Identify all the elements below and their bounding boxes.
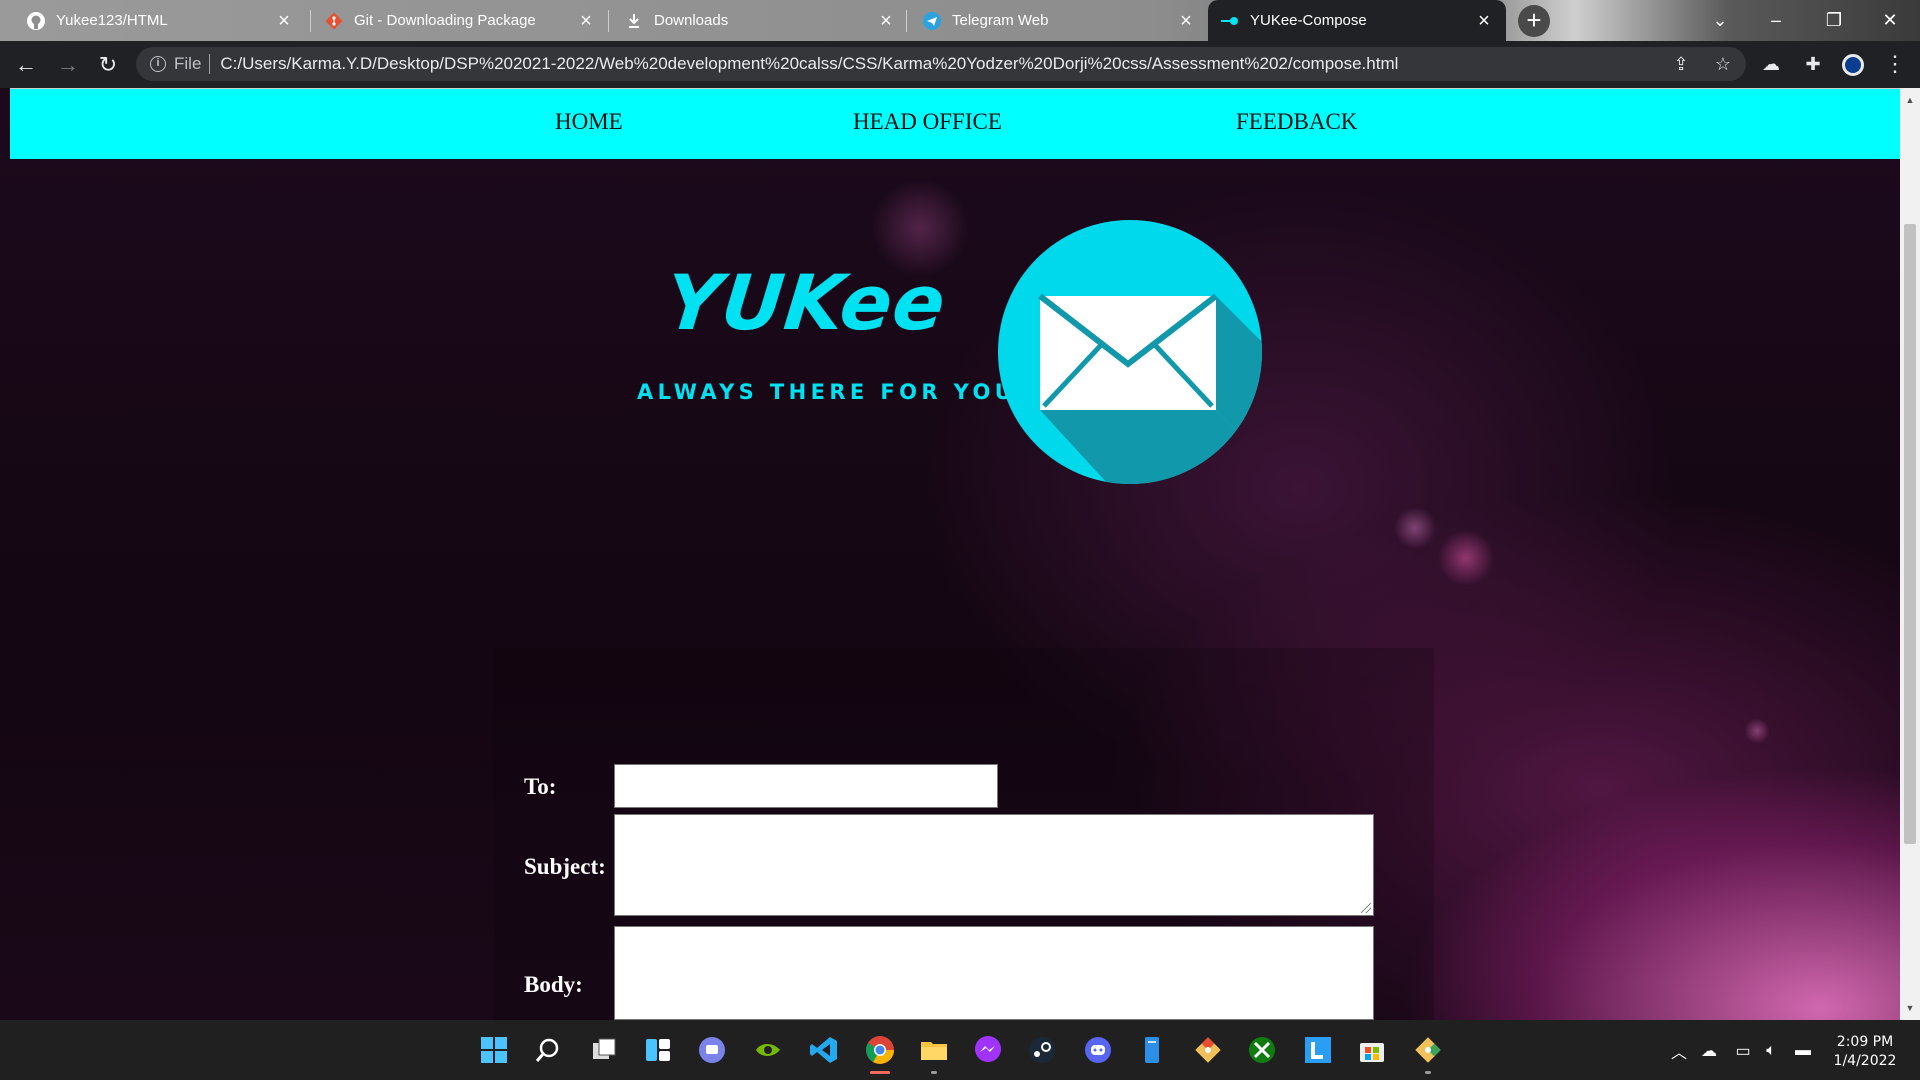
telegram-icon bbox=[922, 11, 942, 31]
discord-icon[interactable] bbox=[1078, 1030, 1118, 1070]
search-icon[interactable] bbox=[528, 1030, 568, 1070]
nvidia-icon[interactable] bbox=[748, 1030, 788, 1070]
running-indicator bbox=[931, 1071, 937, 1074]
share-icon[interactable]: ⇪ bbox=[1668, 51, 1694, 77]
close-icon[interactable]: × bbox=[576, 11, 596, 31]
running-indicator bbox=[870, 1071, 890, 1074]
volume-icon[interactable]: 🔈︎ bbox=[1760, 1040, 1782, 1062]
minimize-icon[interactable]: – bbox=[1748, 0, 1804, 41]
url-scheme: File bbox=[174, 54, 202, 73]
menu-icon[interactable]: ⋮ bbox=[1884, 51, 1906, 77]
lively-icon[interactable] bbox=[1298, 1030, 1338, 1070]
show-hidden-icons-chevron-icon[interactable]: ︿ bbox=[1668, 1040, 1690, 1062]
logo-title: YUKee bbox=[661, 258, 951, 347]
scroll-thumb[interactable] bbox=[1904, 224, 1916, 844]
page-icon bbox=[1220, 11, 1240, 31]
extension-cloud-icon[interactable]: ☁ bbox=[1758, 51, 1784, 77]
network-icon[interactable]: ▭ bbox=[1732, 1040, 1754, 1062]
tab-github[interactable]: Yukee123/HTML × bbox=[14, 0, 306, 41]
windows-taskbar: ︿ ☁ ▭ 🔈︎ ▬ 2:09 PM 1/4/2022 bbox=[0, 1020, 1920, 1080]
task-view-icon[interactable] bbox=[584, 1030, 624, 1070]
browser-toolbar: ← → ↻ i File C:/Users/Karma.Y.D/Desktop/… bbox=[0, 41, 1920, 88]
store-icon[interactable] bbox=[1352, 1030, 1392, 1070]
subject-textarea[interactable] bbox=[614, 814, 1374, 916]
clock[interactable]: 2:09 PM 1/4/2022 bbox=[1826, 1033, 1904, 1071]
running-indicator bbox=[1425, 1071, 1431, 1074]
scroll-down-icon[interactable]: ▼ bbox=[1904, 1002, 1916, 1014]
page-scrollbar[interactable]: ▲ ▼ bbox=[1900, 88, 1920, 1020]
close-icon[interactable]: × bbox=[876, 11, 896, 31]
close-icon[interactable]: × bbox=[274, 11, 294, 31]
restore-icon[interactable]: ❐ bbox=[1806, 0, 1862, 41]
subject-label: Subject: bbox=[524, 854, 606, 879]
vscode-icon[interactable] bbox=[804, 1030, 844, 1070]
tab-git[interactable]: Git - Downloading Package × bbox=[312, 0, 608, 41]
onedrive-icon[interactable]: ☁ bbox=[1698, 1040, 1720, 1062]
git-gui-icon[interactable] bbox=[1408, 1030, 1448, 1074]
close-icon[interactable]: × bbox=[1474, 11, 1494, 31]
back-icon[interactable]: ← bbox=[10, 49, 42, 81]
to-input[interactable] bbox=[614, 764, 998, 808]
tab-title: Git - Downloading Package bbox=[354, 12, 536, 29]
download-icon bbox=[624, 11, 644, 31]
battery-icon[interactable]: ▬ bbox=[1792, 1040, 1814, 1062]
yukee-logo: YUKee ALWAYS THERE FOR YOU bbox=[630, 220, 1270, 490]
tab-title: Downloads bbox=[654, 12, 729, 29]
profile-avatar[interactable] bbox=[1842, 54, 1864, 76]
tab-yukee-compose[interactable]: YUKee-Compose × bbox=[1208, 0, 1506, 41]
github-icon bbox=[26, 11, 46, 31]
page-viewport: HOME HEAD OFFICE FEEDBACK YUKee ALWAYS T… bbox=[0, 88, 1920, 1020]
tab-strip: Yukee123/HTML × Git - Downloading Packag… bbox=[0, 0, 1920, 41]
site-nav: HOME HEAD OFFICE FEEDBACK bbox=[10, 88, 1900, 159]
divider bbox=[209, 54, 211, 74]
widgets-icon[interactable] bbox=[638, 1030, 678, 1070]
clock-time: 2:09 PM bbox=[1836, 1034, 1894, 1050]
bookmark-star-icon[interactable]: ☆ bbox=[1710, 51, 1736, 77]
tab-telegram[interactable]: Telegram Web × bbox=[910, 0, 1208, 41]
git-icon bbox=[324, 11, 344, 31]
notepad-icon[interactable] bbox=[1132, 1030, 1172, 1070]
tab-separator bbox=[906, 10, 907, 32]
scroll-up-icon[interactable]: ▲ bbox=[1904, 94, 1916, 106]
compose-form: To: Subject: Body: bbox=[494, 648, 1434, 1020]
git-icon[interactable] bbox=[1188, 1030, 1228, 1070]
logo-tagline: ALWAYS THERE FOR YOU bbox=[637, 380, 1017, 404]
tab-downloads[interactable]: Downloads × bbox=[612, 0, 908, 41]
chrome-icon[interactable] bbox=[860, 1030, 900, 1074]
forward-icon[interactable]: → bbox=[52, 49, 84, 81]
windows-start-icon[interactable] bbox=[474, 1030, 514, 1070]
tab-title: YUKee-Compose bbox=[1250, 12, 1367, 29]
nav-feedback-link[interactable]: FEEDBACK bbox=[1236, 109, 1357, 135]
nav-head-office-link[interactable]: HEAD OFFICE bbox=[853, 109, 1002, 135]
close-icon[interactable]: × bbox=[1176, 11, 1196, 31]
url-text[interactable]: C:/Users/Karma.Y.D/Desktop/DSP%202021-20… bbox=[220, 54, 1398, 74]
file-explorer-icon[interactable] bbox=[914, 1030, 954, 1074]
address-bar[interactable]: i File C:/Users/Karma.Y.D/Desktop/DSP%20… bbox=[136, 47, 1746, 81]
close-window-icon[interactable]: ✕ bbox=[1862, 0, 1918, 41]
tab-title: Telegram Web bbox=[952, 12, 1049, 29]
messenger-icon[interactable] bbox=[968, 1030, 1008, 1070]
tab-search-icon[interactable]: ⌄ bbox=[1692, 0, 1748, 41]
extensions-puzzle-icon[interactable]: ✚ bbox=[1800, 51, 1826, 77]
clock-date: 1/4/2022 bbox=[1833, 1053, 1897, 1069]
body-label: Body: bbox=[524, 972, 583, 997]
to-label: To: bbox=[524, 774, 557, 799]
tab-separator bbox=[608, 10, 609, 32]
tab-title: Yukee123/HTML bbox=[56, 12, 168, 29]
steam-icon[interactable] bbox=[1022, 1030, 1062, 1070]
envelope-icon bbox=[998, 220, 1262, 484]
xbox-icon[interactable] bbox=[1242, 1030, 1282, 1070]
body-textarea[interactable] bbox=[614, 926, 1374, 1020]
tab-separator bbox=[310, 10, 311, 32]
info-icon[interactable]: i bbox=[150, 56, 166, 72]
reload-icon[interactable]: ↻ bbox=[92, 49, 124, 81]
nav-home-link[interactable]: HOME bbox=[555, 109, 623, 135]
new-tab-button[interactable]: + bbox=[1518, 5, 1550, 37]
teams-chat-icon[interactable] bbox=[692, 1030, 732, 1070]
resize-handle-icon[interactable] bbox=[1361, 903, 1371, 913]
